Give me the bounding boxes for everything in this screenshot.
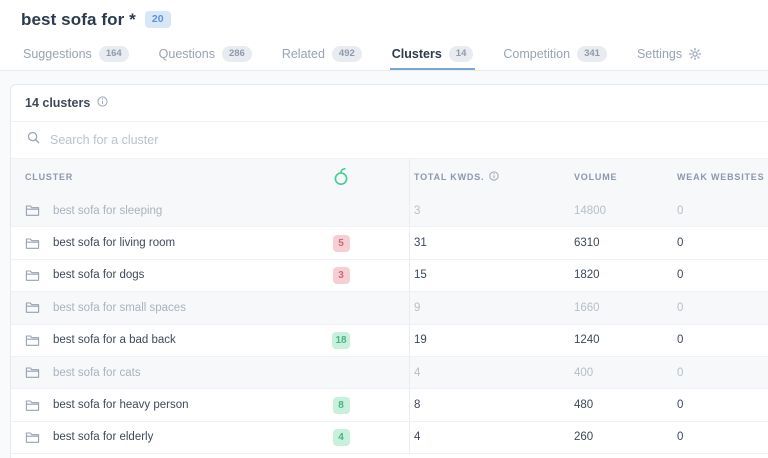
- keyword-count-badge: 20: [144, 11, 171, 28]
- total-kwds-value: 15: [414, 269, 427, 282]
- info-icon[interactable]: [489, 171, 499, 183]
- column-header-volume[interactable]: Volume: [570, 172, 673, 182]
- volume-value: 480: [574, 399, 594, 412]
- cluster-row[interactable]: best sofa for dogs 3 15 1820 0: [11, 259, 768, 293]
- folder-icon[interactable]: [25, 301, 40, 314]
- weak-websites-value: 0: [677, 334, 684, 347]
- tab-settings[interactable]: Settings: [635, 40, 703, 70]
- cluster-name: best sofa for living room: [53, 237, 176, 250]
- volume-value: 400: [574, 366, 594, 379]
- cluster-name: best sofa for dogs: [53, 269, 145, 282]
- clusters-count-row: 14 clusters: [11, 85, 768, 122]
- tab-bar: Suggestions 164 Questions 286 Related 49…: [0, 40, 768, 71]
- table-header: Cluster Total kwds.: [11, 159, 768, 195]
- volume-value: 260: [574, 431, 594, 444]
- volume-value: 1820: [574, 269, 600, 282]
- cluster-name: best sofa for sleeping: [53, 204, 163, 217]
- folder-icon[interactable]: [25, 431, 40, 444]
- search-icon: [27, 131, 40, 149]
- column-header-apple[interactable]: [313, 167, 369, 188]
- total-kwds-value: 3: [414, 204, 421, 217]
- weak-websites-value: 0: [677, 399, 684, 412]
- cluster-name: best sofa for small spaces: [53, 301, 186, 314]
- weak-websites-value: 0: [677, 204, 684, 217]
- cluster-score-badge: 4: [332, 428, 350, 446]
- tab-related[interactable]: Related 492: [280, 40, 364, 70]
- volume-value: 14800: [574, 204, 606, 217]
- column-header-weak-websites[interactable]: Weak websites: [673, 172, 768, 182]
- cluster-score-badge: 5: [332, 234, 350, 252]
- tab-questions[interactable]: Questions 286: [157, 40, 254, 70]
- total-kwds-value: 19: [414, 334, 427, 347]
- cluster-score-badge: 8: [332, 396, 350, 414]
- folder-icon[interactable]: [25, 334, 40, 347]
- tab-competition-count: 341: [577, 46, 607, 62]
- tab-clusters[interactable]: Clusters 14: [389, 40, 476, 70]
- column-header-total-kwds[interactable]: Total kwds.: [410, 171, 570, 183]
- page-title: best sofa for *: [21, 10, 136, 29]
- folder-icon[interactable]: [25, 399, 40, 412]
- total-kwds-value: 31: [414, 237, 427, 250]
- total-kwds-value: 8: [414, 399, 421, 412]
- weak-websites-value: 0: [677, 301, 684, 314]
- cluster-row[interactable]: best sofa for heavy person 8 8 480 0: [11, 389, 768, 422]
- folder-icon[interactable]: [25, 366, 40, 379]
- folder-icon[interactable]: [25, 269, 40, 282]
- cluster-name: best sofa for elderly: [53, 431, 154, 444]
- cluster-score-badge: 3: [332, 266, 350, 284]
- cluster-row[interactable]: best sofa for small spaces 9 1660 0: [11, 292, 768, 325]
- tab-questions-count: 286: [221, 46, 252, 62]
- total-kwds-value: 4: [414, 366, 421, 379]
- tab-related-count: 492: [331, 46, 362, 62]
- total-kwds-value: 4: [414, 431, 421, 444]
- clusters-panel: 14 clusters Cluster: [10, 84, 768, 458]
- cluster-name: best sofa for heavy person: [53, 399, 189, 412]
- weak-websites-value: 0: [677, 269, 684, 282]
- cluster-row[interactable]: best sofa for living room 5 31 6310 0: [11, 227, 768, 260]
- weak-websites-value: 0: [677, 431, 684, 444]
- volume-value: 1660: [574, 301, 600, 314]
- info-icon[interactable]: [97, 96, 108, 110]
- page-header: best sofa for * 20: [0, 0, 768, 40]
- tab-competition[interactable]: Competition 341: [501, 40, 609, 70]
- cluster-table-body: best sofa for sleeping 3 14800 0 best so…: [11, 195, 768, 455]
- cluster-row[interactable]: best sofa for elderly 4 4 260 0: [11, 421, 768, 455]
- folder-icon[interactable]: [25, 237, 40, 250]
- volume-value: 1240: [574, 334, 600, 347]
- tab-clusters-count: 14: [448, 46, 474, 62]
- tab-suggestions-count: 164: [98, 46, 129, 62]
- volume-value: 6310: [574, 237, 600, 250]
- column-header-cluster[interactable]: Cluster: [25, 172, 73, 182]
- weak-websites-value: 0: [677, 237, 684, 250]
- cluster-row[interactable]: best sofa for a bad back 18 19 1240 0: [11, 324, 768, 357]
- cluster-row[interactable]: best sofa for sleeping 3 14800 0: [11, 195, 768, 228]
- gear-icon: [689, 48, 702, 60]
- content-area: 14 clusters Cluster: [0, 71, 768, 458]
- tab-suggestions[interactable]: Suggestions 164: [21, 40, 131, 70]
- cluster-search-row: [11, 122, 768, 159]
- weak-websites-value: 0: [677, 366, 684, 379]
- cluster-row[interactable]: best sofa for cats 4 400 0: [11, 356, 768, 390]
- cluster-name: best sofa for a bad back: [53, 334, 176, 347]
- cluster-name: best sofa for cats: [53, 366, 141, 379]
- cluster-search-input[interactable]: [50, 133, 768, 147]
- cluster-score-badge: 18: [332, 331, 350, 349]
- folder-icon[interactable]: [25, 204, 40, 217]
- total-kwds-value: 9: [414, 301, 421, 314]
- apple-icon: [333, 167, 349, 188]
- clusters-count-label: 14 clusters: [25, 96, 91, 110]
